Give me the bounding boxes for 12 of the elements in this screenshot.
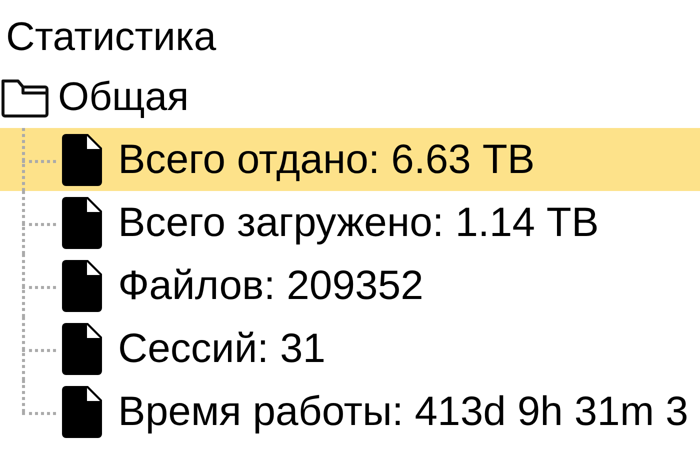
file-icon — [62, 322, 102, 374]
file-icon — [62, 260, 102, 312]
tree-group-item[interactable]: Общая — [0, 66, 700, 128]
tree-item[interactable]: Время работы: 413d 9h 31m 3 — [0, 380, 700, 443]
file-icon — [62, 196, 102, 248]
tree-title: Статистика — [5, 14, 218, 61]
tree-item[interactable]: Файлов: 209352 — [0, 254, 700, 317]
tree-item[interactable]: Сессий: 31 — [0, 317, 700, 380]
file-icon — [62, 386, 102, 438]
tree-item[interactable]: Всего отдано: 6.63 TB — [0, 128, 700, 191]
tree-item[interactable]: Всего загружено: 1.14 TB — [0, 191, 700, 254]
file-icon — [62, 134, 102, 186]
